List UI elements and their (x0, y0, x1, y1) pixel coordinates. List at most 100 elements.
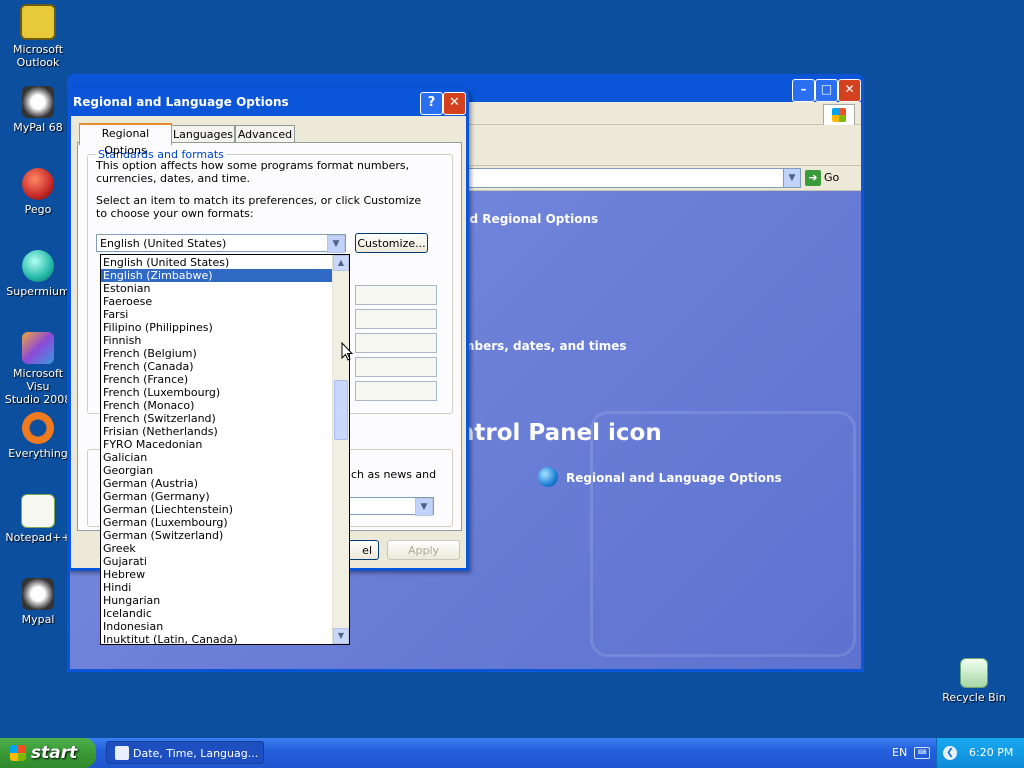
dropdown-item[interactable]: English (Zimbabwe) (101, 269, 332, 282)
maximize-button[interactable]: □ (815, 79, 838, 102)
dropdown-item[interactable]: Gujarati (101, 555, 332, 568)
dropdown-item[interactable]: Estonian (101, 282, 332, 295)
sample-currency (355, 309, 437, 329)
visual-studio-shortcut[interactable]: Microsoft Visu Studio 2008 (0, 332, 76, 406)
dropdown-item[interactable]: German (Switzerland) (101, 529, 332, 542)
recycle-bin-icon (960, 658, 988, 688)
chevron-down-icon[interactable]: ▼ (783, 169, 800, 187)
chevron-down-icon[interactable]: ▼ (327, 235, 345, 253)
dropdown-item[interactable]: French (Monaco) (101, 399, 332, 412)
desktop: Microsoft Outlook MyPal 68 Pego Supermiu… (0, 0, 1024, 738)
notepad-icon (21, 494, 55, 528)
dropdown-item[interactable]: Filipino (Philippines) (101, 321, 332, 334)
close-button[interactable]: ✕ (838, 79, 861, 102)
link-regional-options[interactable]: nd Regional Options (461, 212, 598, 226)
dropdown-item[interactable]: Finnish (101, 334, 332, 347)
start-button[interactable]: start (0, 738, 96, 768)
tray-expand-icon[interactable]: ❮ (943, 746, 957, 760)
dropdown-item[interactable]: Inuktitut (Latin, Canada) (101, 633, 332, 644)
dropdown-item[interactable]: French (Luxembourg) (101, 386, 332, 399)
outlook-label: Microsoft Outlook (12, 43, 64, 69)
pego-label: Pego (24, 203, 52, 216)
recycle-bin[interactable]: Recycle Bin (936, 658, 1012, 704)
tab-advanced[interactable]: Advanced (235, 125, 295, 143)
outlook-icon (20, 4, 56, 40)
dropdown-item[interactable]: Farsi (101, 308, 332, 321)
dropdown-item[interactable]: English (United States) (101, 256, 332, 269)
minimize-button[interactable]: – (792, 79, 815, 102)
visual-studio-icon (22, 332, 54, 364)
format-select[interactable]: English (United States) ▼ (96, 234, 346, 253)
mypal-shortcut[interactable]: Mypal (0, 578, 76, 626)
regional-language-options-link[interactable]: Regional and Language Options (566, 471, 782, 485)
dropdown-item[interactable]: French (France) (101, 373, 332, 386)
close-button[interactable]: ✕ (443, 92, 466, 115)
go-label: Go (824, 171, 840, 184)
dropdown-item[interactable]: FYRO Macedonian (101, 438, 332, 451)
taskbar-item-date-time[interactable]: Date, Time, Languag... (106, 741, 264, 764)
raccoon-icon (22, 86, 54, 118)
globe-icon (538, 467, 558, 487)
scroll-thumb[interactable] (334, 380, 348, 440)
dropdown-item[interactable]: German (Liechtenstein) (101, 503, 332, 516)
dropdown-item[interactable]: French (Canada) (101, 360, 332, 373)
notepadpp-label: Notepad++ (5, 531, 71, 544)
dropdown-item[interactable]: Icelandic (101, 607, 332, 620)
everything-shortcut[interactable]: Everything (0, 412, 76, 460)
sample-time (355, 333, 437, 353)
format-select-value: English (United States) (100, 237, 227, 250)
mypal68-label: MyPal 68 (13, 121, 63, 134)
dropdown-item[interactable]: Galician (101, 451, 332, 464)
location-description: uch as news and (344, 468, 437, 481)
keyboard-icon[interactable]: ⌨ (914, 747, 930, 759)
pego-shortcut[interactable]: Pego (0, 168, 76, 216)
chevron-down-icon[interactable]: ▼ (415, 498, 433, 516)
format-dropdown-list[interactable]: English (United States) English (Zimbabwe… (100, 254, 350, 645)
dropdown-item[interactable]: Greek (101, 542, 332, 555)
go-button[interactable]: ➜ Go (805, 169, 855, 187)
help-button[interactable]: ? (420, 92, 443, 115)
system-tray: ❮ 6:20 PM (936, 738, 1024, 768)
customize-button[interactable]: Customize... (355, 233, 428, 253)
instruction-text: Select an item to match its preferences,… (96, 194, 422, 220)
control-panel-icon (115, 746, 129, 760)
sample-long-date (355, 381, 437, 401)
apply-button[interactable]: Apply (387, 540, 460, 560)
sample-short-date (355, 357, 437, 377)
raccoon-icon (22, 578, 54, 610)
dropdown-item[interactable]: German (Germany) (101, 490, 332, 503)
dropdown-item[interactable]: Hebrew (101, 568, 332, 581)
dropdown-item[interactable]: German (Austria) (101, 477, 332, 490)
everything-label: Everything (8, 447, 68, 460)
windows-logo-icon (10, 745, 26, 761)
control-panel-icon-heading: ntrol Panel icon (458, 420, 662, 446)
dropdown-items: English (United States) English (Zimbabwe… (101, 256, 332, 644)
link-numbers-dates-times[interactable]: mbers, dates, and times (462, 339, 627, 353)
dropdown-item[interactable]: German (Luxembourg) (101, 516, 332, 529)
dropdown-scrollbar[interactable]: ▲ ▼ (332, 255, 349, 644)
dropdown-item[interactable]: Indonesian (101, 620, 332, 633)
outlook-shortcut[interactable]: Microsoft Outlook (0, 4, 76, 69)
windows-logo-icon (823, 104, 855, 126)
dropdown-item[interactable]: Hungarian (101, 594, 332, 607)
watermark-icon (590, 411, 856, 657)
mypal68-shortcut[interactable]: MyPal 68 (0, 86, 76, 134)
supermium-icon (22, 250, 54, 282)
scroll-up-icon[interactable]: ▲ (333, 255, 349, 271)
dropdown-item[interactable]: Georgian (101, 464, 332, 477)
location-select[interactable]: ▼ (344, 497, 434, 516)
recycle-bin-label: Recycle Bin (942, 691, 1006, 704)
dropdown-item[interactable]: Frisian (Netherlands) (101, 425, 332, 438)
language-indicator[interactable]: EN (892, 738, 907, 768)
tab-languages[interactable]: Languages (171, 125, 235, 143)
clock[interactable]: 6:20 PM (969, 738, 1013, 768)
dropdown-item[interactable]: French (Switzerland) (101, 412, 332, 425)
scroll-down-icon[interactable]: ▼ (333, 628, 349, 644)
tab-regional-options[interactable]: Regional Options (79, 123, 172, 157)
dropdown-item[interactable]: French (Belgium) (101, 347, 332, 360)
dropdown-item[interactable]: Faeroese (101, 295, 332, 308)
description-text: This option affects how some programs fo… (96, 159, 410, 185)
dropdown-item[interactable]: Hindi (101, 581, 332, 594)
notepadpp-shortcut[interactable]: Notepad++ (0, 494, 76, 544)
supermium-shortcut[interactable]: Supermium (0, 250, 76, 298)
